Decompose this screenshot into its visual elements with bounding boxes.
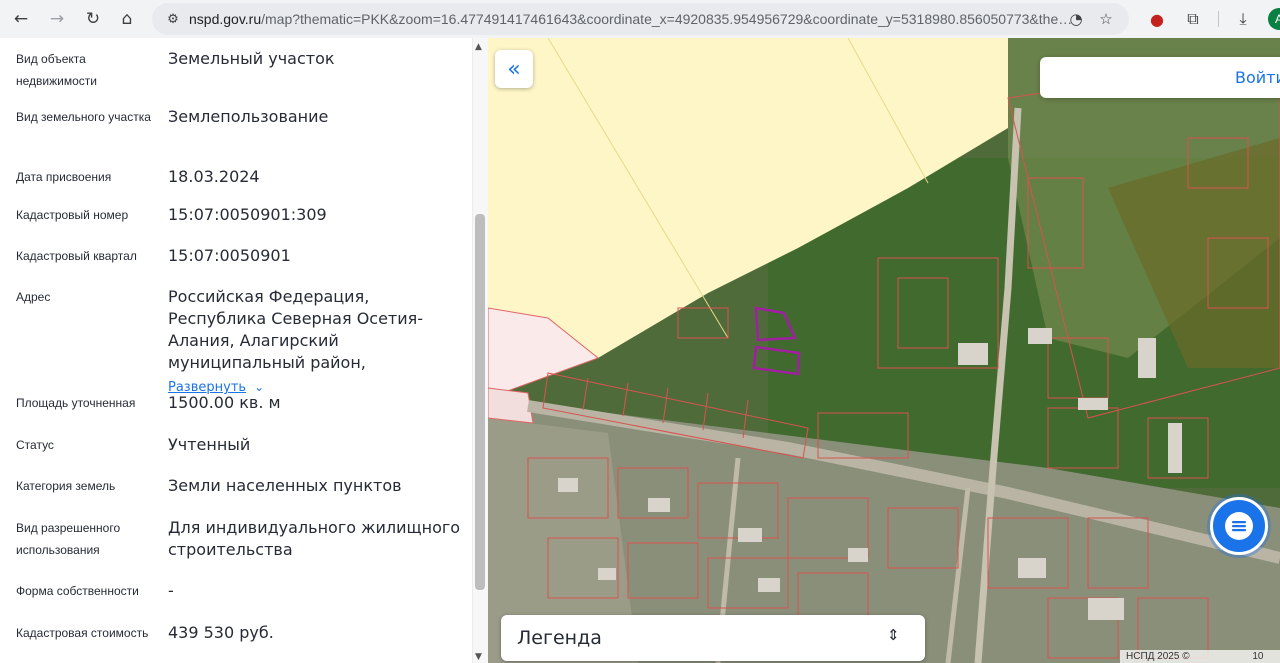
back-arrow-icon[interactable]: ← <box>6 4 36 34</box>
attribution-text: НСПД 2025 © <box>1126 651 1190 662</box>
field-value: Для индивидуального жилищного строительс… <box>168 518 461 559</box>
field-value: - <box>168 581 174 600</box>
field-value: 439 530 руб. <box>168 623 274 642</box>
scrollbar-thumb[interactable] <box>475 214 485 590</box>
legend-selector[interactable]: Легенда ⇕ <box>501 615 925 661</box>
url-host: nspd.gov.ru <box>189 11 262 27</box>
field-value: 1500.00 кв. м <box>168 393 281 412</box>
puzzle-extensions-icon[interactable]: ⧉ <box>1182 8 1204 30</box>
browser-toolbar: ← → ↻ ⌂ ⚙ nspd.gov.ru/map?thematic=PKK&z… <box>0 0 1280 38</box>
login-button[interactable]: Войти <box>1235 68 1280 87</box>
field-label: Вид земельного участка <box>16 110 151 124</box>
cadastral-map[interactable]: « Войти Легенда ⇕ НСПД 2025 © 10 <box>488 38 1280 663</box>
field-value: Учтенный <box>168 435 251 454</box>
address-bar[interactable]: ⚙ nspd.gov.ru/map?thematic=PKK&zoom=16.4… <box>152 3 1129 35</box>
field-value: Земельный участок <box>168 49 335 68</box>
field-label: Форма собственности <box>16 584 139 598</box>
field-label: Адрес <box>16 290 51 304</box>
chat-support-button[interactable] <box>1210 497 1268 555</box>
performance-icon[interactable]: ◔ <box>1066 9 1086 29</box>
reload-icon[interactable]: ↻ <box>78 4 108 34</box>
collapse-panel-button[interactable]: « <box>495 50 533 88</box>
url-text[interactable]: nspd.gov.ru/map?thematic=PKK&zoom=16.477… <box>189 11 1072 27</box>
field-value: Земли населенных пунктов <box>168 476 402 495</box>
field-label: Кадастровая стоимость <box>16 626 149 640</box>
scale-text: 10 <box>1252 651 1264 662</box>
scroll-up-arrow-icon[interactable]: ▲ <box>475 42 482 52</box>
site-settings-icon[interactable]: ⚙ <box>164 10 182 28</box>
field-label: Кадастровый номер <box>16 208 129 222</box>
login-bar[interactable]: Войти <box>1040 57 1280 98</box>
home-icon[interactable]: ⌂ <box>112 4 142 34</box>
field-label: Кадастровый квартал <box>16 249 137 263</box>
field-label: Статус <box>16 438 54 452</box>
field-label: Дата присвоения <box>16 170 112 184</box>
forward-arrow-icon[interactable]: → <box>42 4 72 34</box>
field-value: 18.03.2024 <box>168 167 260 186</box>
field-label: Категория земель <box>16 479 116 493</box>
field-value[interactable]: 15:07:0050901:309 <box>168 204 463 226</box>
chat-icon <box>1225 512 1253 540</box>
field-label: Площадь уточненная <box>16 396 136 410</box>
download-icon[interactable]: ⤓ <box>1232 8 1254 30</box>
object-info-panel: Вид объекта недвижимости Земельный участ… <box>0 38 488 663</box>
field-value[interactable]: 15:07:0050901 <box>168 245 463 267</box>
address-text: Российская Федерация, Республика Северна… <box>168 287 424 372</box>
star-bookmark-icon[interactable]: ☆ <box>1096 9 1116 29</box>
toolbar-divider <box>1218 11 1219 27</box>
extension-icon[interactable]: ● <box>1146 8 1168 30</box>
profile-avatar[interactable]: A <box>1268 8 1280 30</box>
legend-label: Легенда <box>517 627 602 649</box>
url-path: /map?thematic=PKK&zoom=16.47749141746164… <box>261 11 1073 27</box>
field-label: Вид разрешенного использования <box>16 521 121 557</box>
map-imagery[interactable] <box>488 38 1280 663</box>
map-attribution: НСПД 2025 © 10 <box>1120 650 1280 663</box>
field-label: Вид объекта недвижимости <box>16 52 97 88</box>
scroll-down-arrow-icon[interactable]: ▼ <box>475 652 482 662</box>
field-value: Землепользование <box>168 107 329 126</box>
field-value: Российская Федерация, Республика Северна… <box>168 286 463 399</box>
updown-chevron-icon: ⇕ <box>887 626 900 644</box>
